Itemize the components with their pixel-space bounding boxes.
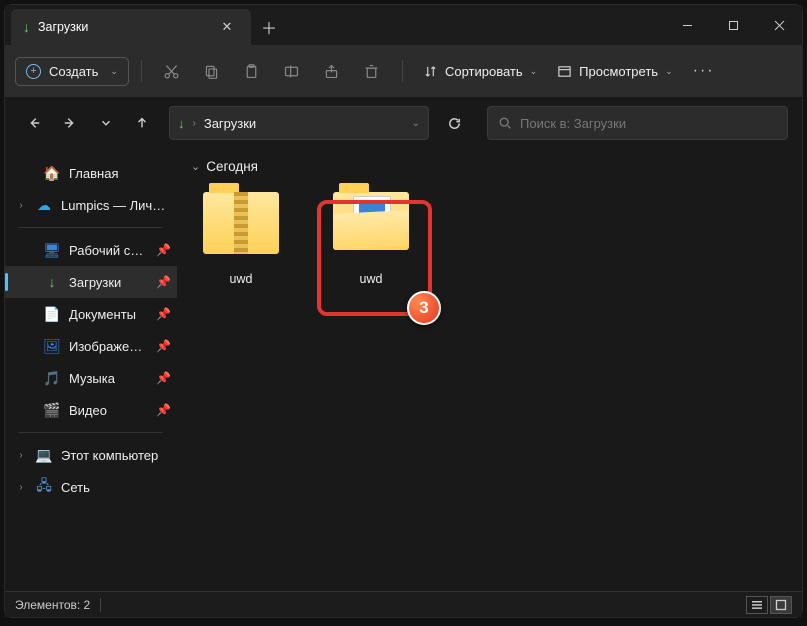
video-icon: 🎬 xyxy=(43,401,61,419)
close-button[interactable] xyxy=(756,5,802,45)
file-label: uwd xyxy=(321,272,421,286)
thumbnails-view-button[interactable] xyxy=(770,596,792,614)
pin-icon: 📌 xyxy=(156,275,171,289)
chevron-right-icon[interactable]: › xyxy=(15,450,27,461)
chevron-down-icon: ⌄ xyxy=(530,66,538,77)
up-button[interactable] xyxy=(127,108,157,138)
zip-icon xyxy=(200,192,282,262)
titlebar: ↓ Загрузки ✕ ＋ xyxy=(5,5,802,45)
sort-button[interactable]: Сортировать ⌄ xyxy=(415,58,545,85)
file-item-folder[interactable]: uwd xyxy=(321,184,421,286)
maximize-button[interactable] xyxy=(710,5,756,45)
create-label: Создать xyxy=(49,64,98,79)
file-item-zip[interactable]: uwd xyxy=(191,184,291,286)
content-area: ⌄ Сегодня uwd uwd xyxy=(177,149,802,591)
delete-button[interactable] xyxy=(354,53,390,89)
chevron-down-icon: ⌄ xyxy=(191,160,200,173)
separator xyxy=(100,598,101,612)
home-icon: 🏠 xyxy=(43,164,61,182)
address-bar[interactable]: ↓ › Загрузки ⌄ xyxy=(169,106,429,140)
file-label: uwd xyxy=(191,272,291,286)
sort-label: Сортировать xyxy=(445,64,523,79)
pin-icon: 📌 xyxy=(156,339,171,353)
explorer-window: ↓ Загрузки ✕ ＋ + Создать ⌄ Сортировать ⌄ xyxy=(4,4,803,618)
share-button[interactable] xyxy=(314,53,350,89)
new-tab-button[interactable]: ＋ xyxy=(251,9,287,45)
sidebar-item-documents[interactable]: 📄 Документы 📌 xyxy=(5,298,177,330)
search-input[interactable]: Поиск в: Загрузки xyxy=(487,106,788,140)
view-button[interactable]: Просмотреть ⌄ xyxy=(549,58,680,85)
back-button[interactable] xyxy=(19,108,49,138)
chevron-right-icon[interactable]: › xyxy=(15,200,27,211)
folder-icon xyxy=(330,192,412,262)
view-toggles xyxy=(746,596,792,614)
network-icon: 🖧 xyxy=(35,478,53,496)
paste-button[interactable] xyxy=(234,53,270,89)
picture-icon: 🖼 xyxy=(43,337,61,355)
group-header-today[interactable]: ⌄ Сегодня xyxy=(191,159,788,174)
more-button[interactable]: ··· xyxy=(685,62,723,80)
pin-icon: 📌 xyxy=(156,243,171,257)
forward-button[interactable] xyxy=(55,108,85,138)
chevron-right-icon: › xyxy=(193,118,196,129)
pin-icon: 📌 xyxy=(156,371,171,385)
create-button[interactable]: + Создать ⌄ xyxy=(15,57,129,86)
search-icon xyxy=(498,116,512,130)
pc-icon: 💻 xyxy=(35,446,53,464)
chevron-down-icon[interactable]: ⌄ xyxy=(412,118,420,129)
body: 🏠 Главная › ☁ Lumpics — Личное 🖥 Рабочий… xyxy=(5,149,802,591)
sort-icon xyxy=(423,64,438,79)
details-view-button[interactable] xyxy=(746,596,768,614)
cut-button[interactable] xyxy=(154,53,190,89)
pin-icon: 📌 xyxy=(156,307,171,321)
separator xyxy=(19,432,163,433)
download-icon: ↓ xyxy=(178,116,185,131)
sidebar-item-home[interactable]: 🏠 Главная xyxy=(5,157,177,189)
toolbar: + Создать ⌄ Сортировать ⌄ Просмотреть ⌄ … xyxy=(5,45,802,97)
chevron-right-icon[interactable]: › xyxy=(15,482,27,493)
pin-icon: 📌 xyxy=(156,403,171,417)
tab-title: Загрузки xyxy=(38,20,207,34)
cloud-icon: ☁ xyxy=(35,196,53,214)
rename-button[interactable] xyxy=(274,53,310,89)
view-label: Просмотреть xyxy=(579,64,658,79)
tab-downloads[interactable]: ↓ Загрузки ✕ xyxy=(11,9,251,45)
view-icon xyxy=(557,64,572,79)
nav-row: ↓ › Загрузки ⌄ Поиск в: Загрузки xyxy=(5,97,802,149)
sidebar-item-pictures[interactable]: 🖼 Изображения 📌 xyxy=(5,330,177,362)
window-buttons xyxy=(664,5,802,45)
chevron-down-icon: ⌄ xyxy=(665,66,673,77)
separator xyxy=(141,60,142,82)
sidebar-item-network[interactable]: › 🖧 Сеть xyxy=(5,471,177,503)
statusbar: Элементов: 2 xyxy=(5,591,802,617)
sidebar-item-music[interactable]: 🎵 Музыка 📌 xyxy=(5,362,177,394)
sidebar-item-videos[interactable]: 🎬 Видео 📌 xyxy=(5,394,177,426)
download-icon: ↓ xyxy=(23,19,30,35)
close-tab-icon[interactable]: ✕ xyxy=(215,19,239,35)
separator xyxy=(19,227,163,228)
search-placeholder: Поиск в: Загрузки xyxy=(520,116,626,131)
item-count: Элементов: 2 xyxy=(15,598,90,612)
separator xyxy=(402,60,403,82)
music-icon: 🎵 xyxy=(43,369,61,387)
sidebar: 🏠 Главная › ☁ Lumpics — Личное 🖥 Рабочий… xyxy=(5,149,177,591)
refresh-button[interactable] xyxy=(437,106,471,140)
item-grid: uwd uwd xyxy=(191,184,788,286)
sidebar-item-downloads[interactable]: ↓ Загрузки 📌 xyxy=(5,266,177,298)
annotation-badge: 3 xyxy=(407,291,441,325)
download-icon: ↓ xyxy=(43,273,61,291)
desktop-icon: 🖥 xyxy=(43,241,61,259)
document-icon: 📄 xyxy=(43,305,61,323)
copy-button[interactable] xyxy=(194,53,230,89)
breadcrumb[interactable]: Загрузки xyxy=(204,116,256,131)
sidebar-item-onedrive[interactable]: › ☁ Lumpics — Личное xyxy=(5,189,177,221)
minimize-button[interactable] xyxy=(664,5,710,45)
sidebar-item-desktop[interactable]: 🖥 Рабочий стол 📌 xyxy=(5,234,177,266)
sidebar-item-this-pc[interactable]: › 💻 Этот компьютер xyxy=(5,439,177,471)
chevron-down-icon: ⌄ xyxy=(110,66,118,77)
recent-button[interactable] xyxy=(91,108,121,138)
plus-circle-icon: + xyxy=(26,64,41,79)
